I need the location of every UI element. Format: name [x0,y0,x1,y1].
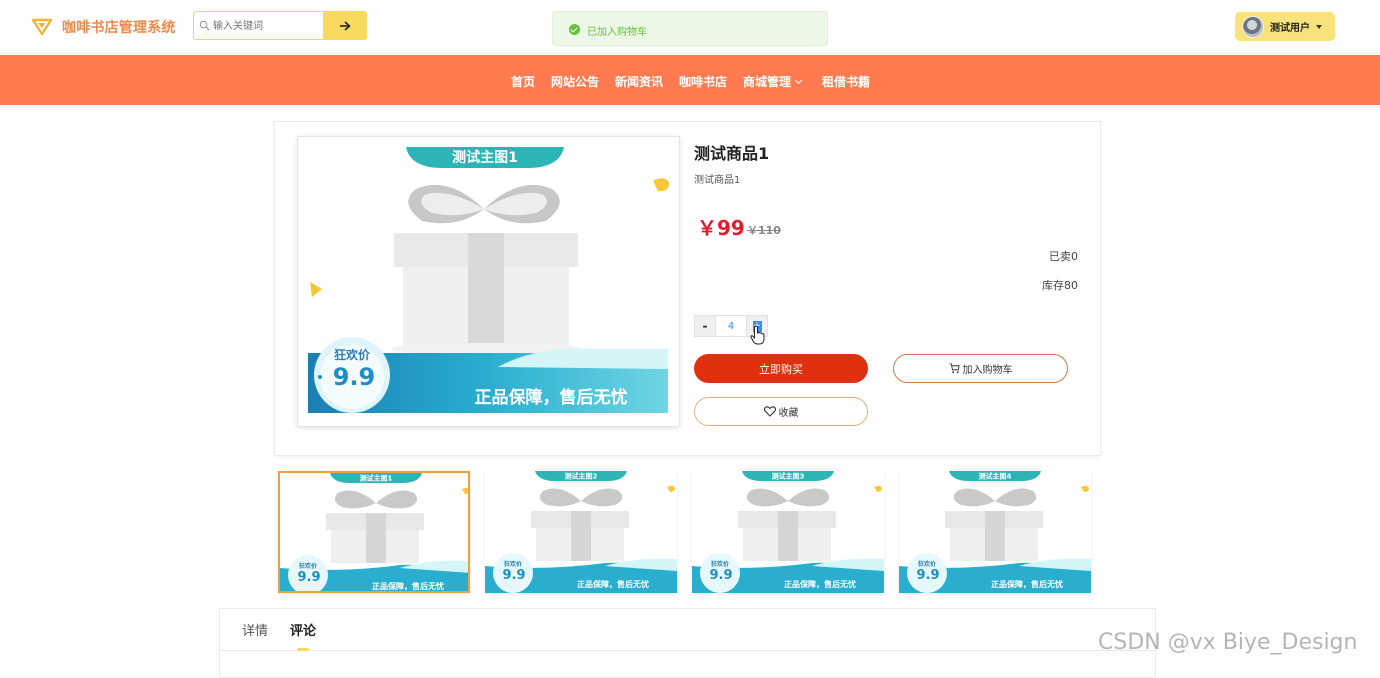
toast-message: 已加入购物车 [587,27,647,38]
success-toast: 已加入购物车 [552,11,828,46]
check-circle-icon [569,24,580,35]
image-badge-top: 狂欢价 [334,347,371,362]
image-banner-text: 测试主图1 [452,149,518,166]
product-subtitle: 测试商品1 [694,175,741,186]
tab-details[interactable]: 详情 [242,620,268,639]
thumbnail-badge-top: 狂欢价 [711,560,730,568]
avatar [1242,15,1264,38]
main-nav: 首页 网站公告 新闻资讯 咖啡书店 商城管理 租借书籍 [0,55,1380,105]
thumbnail-4[interactable]: 测试主图4 狂欢价 9.9 正品保障，售后无忧 [899,471,1091,593]
image-slogan: 正品保障，售后无忧 [475,387,628,408]
thumbnail-badge-price: 9.9 [916,568,939,583]
thumbnail-banner-text: 测试主图1 [360,474,393,483]
thumbnail-banner-text: 测试主图3 [772,472,805,481]
sold-count: 已卖0 [1049,250,1078,263]
tab-comments[interactable]: 评论 [290,620,316,639]
site-brand[interactable]: 咖啡书店管理系统 [62,17,176,37]
top-header: 咖啡书店管理系统 已加入购物车 测试用户 [0,0,1380,55]
active-tab-indicator [297,648,309,651]
nav-item-announcements[interactable]: 网站公告 [551,73,599,90]
product-original-price: ￥110 [747,224,781,237]
thumbnail-badge-top: 狂欢价 [299,562,318,570]
image-badge-price: 9.9 [333,363,376,391]
thumbnail-2[interactable]: 测试主图2 狂欢价 9.9 正品保障，售后无忧 [485,471,677,593]
nav-item-shop-management[interactable]: 商城管理 [743,73,803,90]
thumbnail-slogan: 正品保障，售后无忧 [784,579,856,589]
user-name: 测试用户 [1270,23,1310,34]
detail-tabs-panel [219,608,1156,678]
search-field [193,11,323,40]
nav-item-coffee-bookstore[interactable]: 咖啡书店 [679,73,727,90]
search-button[interactable] [323,11,367,40]
thumbnail-banner-text: 测试主图2 [565,472,598,481]
thumbnail-badge-price: 9.9 [709,568,732,583]
nav-item-news[interactable]: 新闻资讯 [615,73,663,90]
thumbnail-badge-top: 狂欢价 [918,560,937,568]
search-icon [199,20,210,31]
hand-pointer-icon [750,325,765,345]
favorite-label: 收藏 [778,408,799,419]
paper-plane-icon[interactable] [31,15,53,37]
nav-item-book-rental[interactable]: 租借书籍 [822,73,870,90]
stock-count: 库存80 [1042,279,1078,292]
thumbnail-badge-top: 狂欢价 [504,560,523,568]
thumbnail-1[interactable]: 测试主图1 狂欢价 9.9 正品保障，售后无忧 [278,471,470,593]
search-input[interactable] [213,16,318,36]
quantity-value[interactable]: 4 [716,315,746,337]
product-main-image: 测试主图1 狂欢价 9.9 正品保障，售后无忧 [297,136,680,427]
thumbnail-3[interactable]: 测试主图3 狂欢价 9.9 正品保障，售后无忧 [692,471,884,593]
arrow-right-icon [340,20,351,31]
thumbnail-badge-price: 9.9 [502,568,525,583]
quantity-decrease-button[interactable]: - [694,315,716,337]
product-price: ￥99 [697,216,745,240]
thumbnail-banner-text: 测试主图4 [979,472,1012,481]
tabs-divider [219,650,1156,651]
cart-icon [948,363,960,374]
nav-item-home[interactable]: 首页 [511,73,535,90]
buy-now-button[interactable]: 立即购买 [694,354,868,383]
favorite-button[interactable]: 收藏 [694,397,868,426]
thumbnail-slogan: 正品保障，售后无忧 [577,579,649,589]
thumbnail-slogan: 正品保障，售后无忧 [991,579,1063,589]
heart-icon [763,406,776,417]
thumbnail-slogan: 正品保障，售后无忧 [372,581,444,591]
thumbnail-badge-price: 9.9 [297,570,320,585]
nav-item-label: 商城管理 [743,75,792,89]
add-to-cart-label: 加入购物车 [962,365,1013,376]
watermark: CSDN @vx Biye_Design [1098,630,1358,655]
product-title: 测试商品1 [694,144,770,163]
user-menu-button[interactable]: 测试用户 [1235,12,1335,41]
add-to-cart-button[interactable]: 加入购物车 [893,354,1068,383]
chevron-down-icon [794,76,803,85]
caret-down-icon [1316,24,1322,29]
